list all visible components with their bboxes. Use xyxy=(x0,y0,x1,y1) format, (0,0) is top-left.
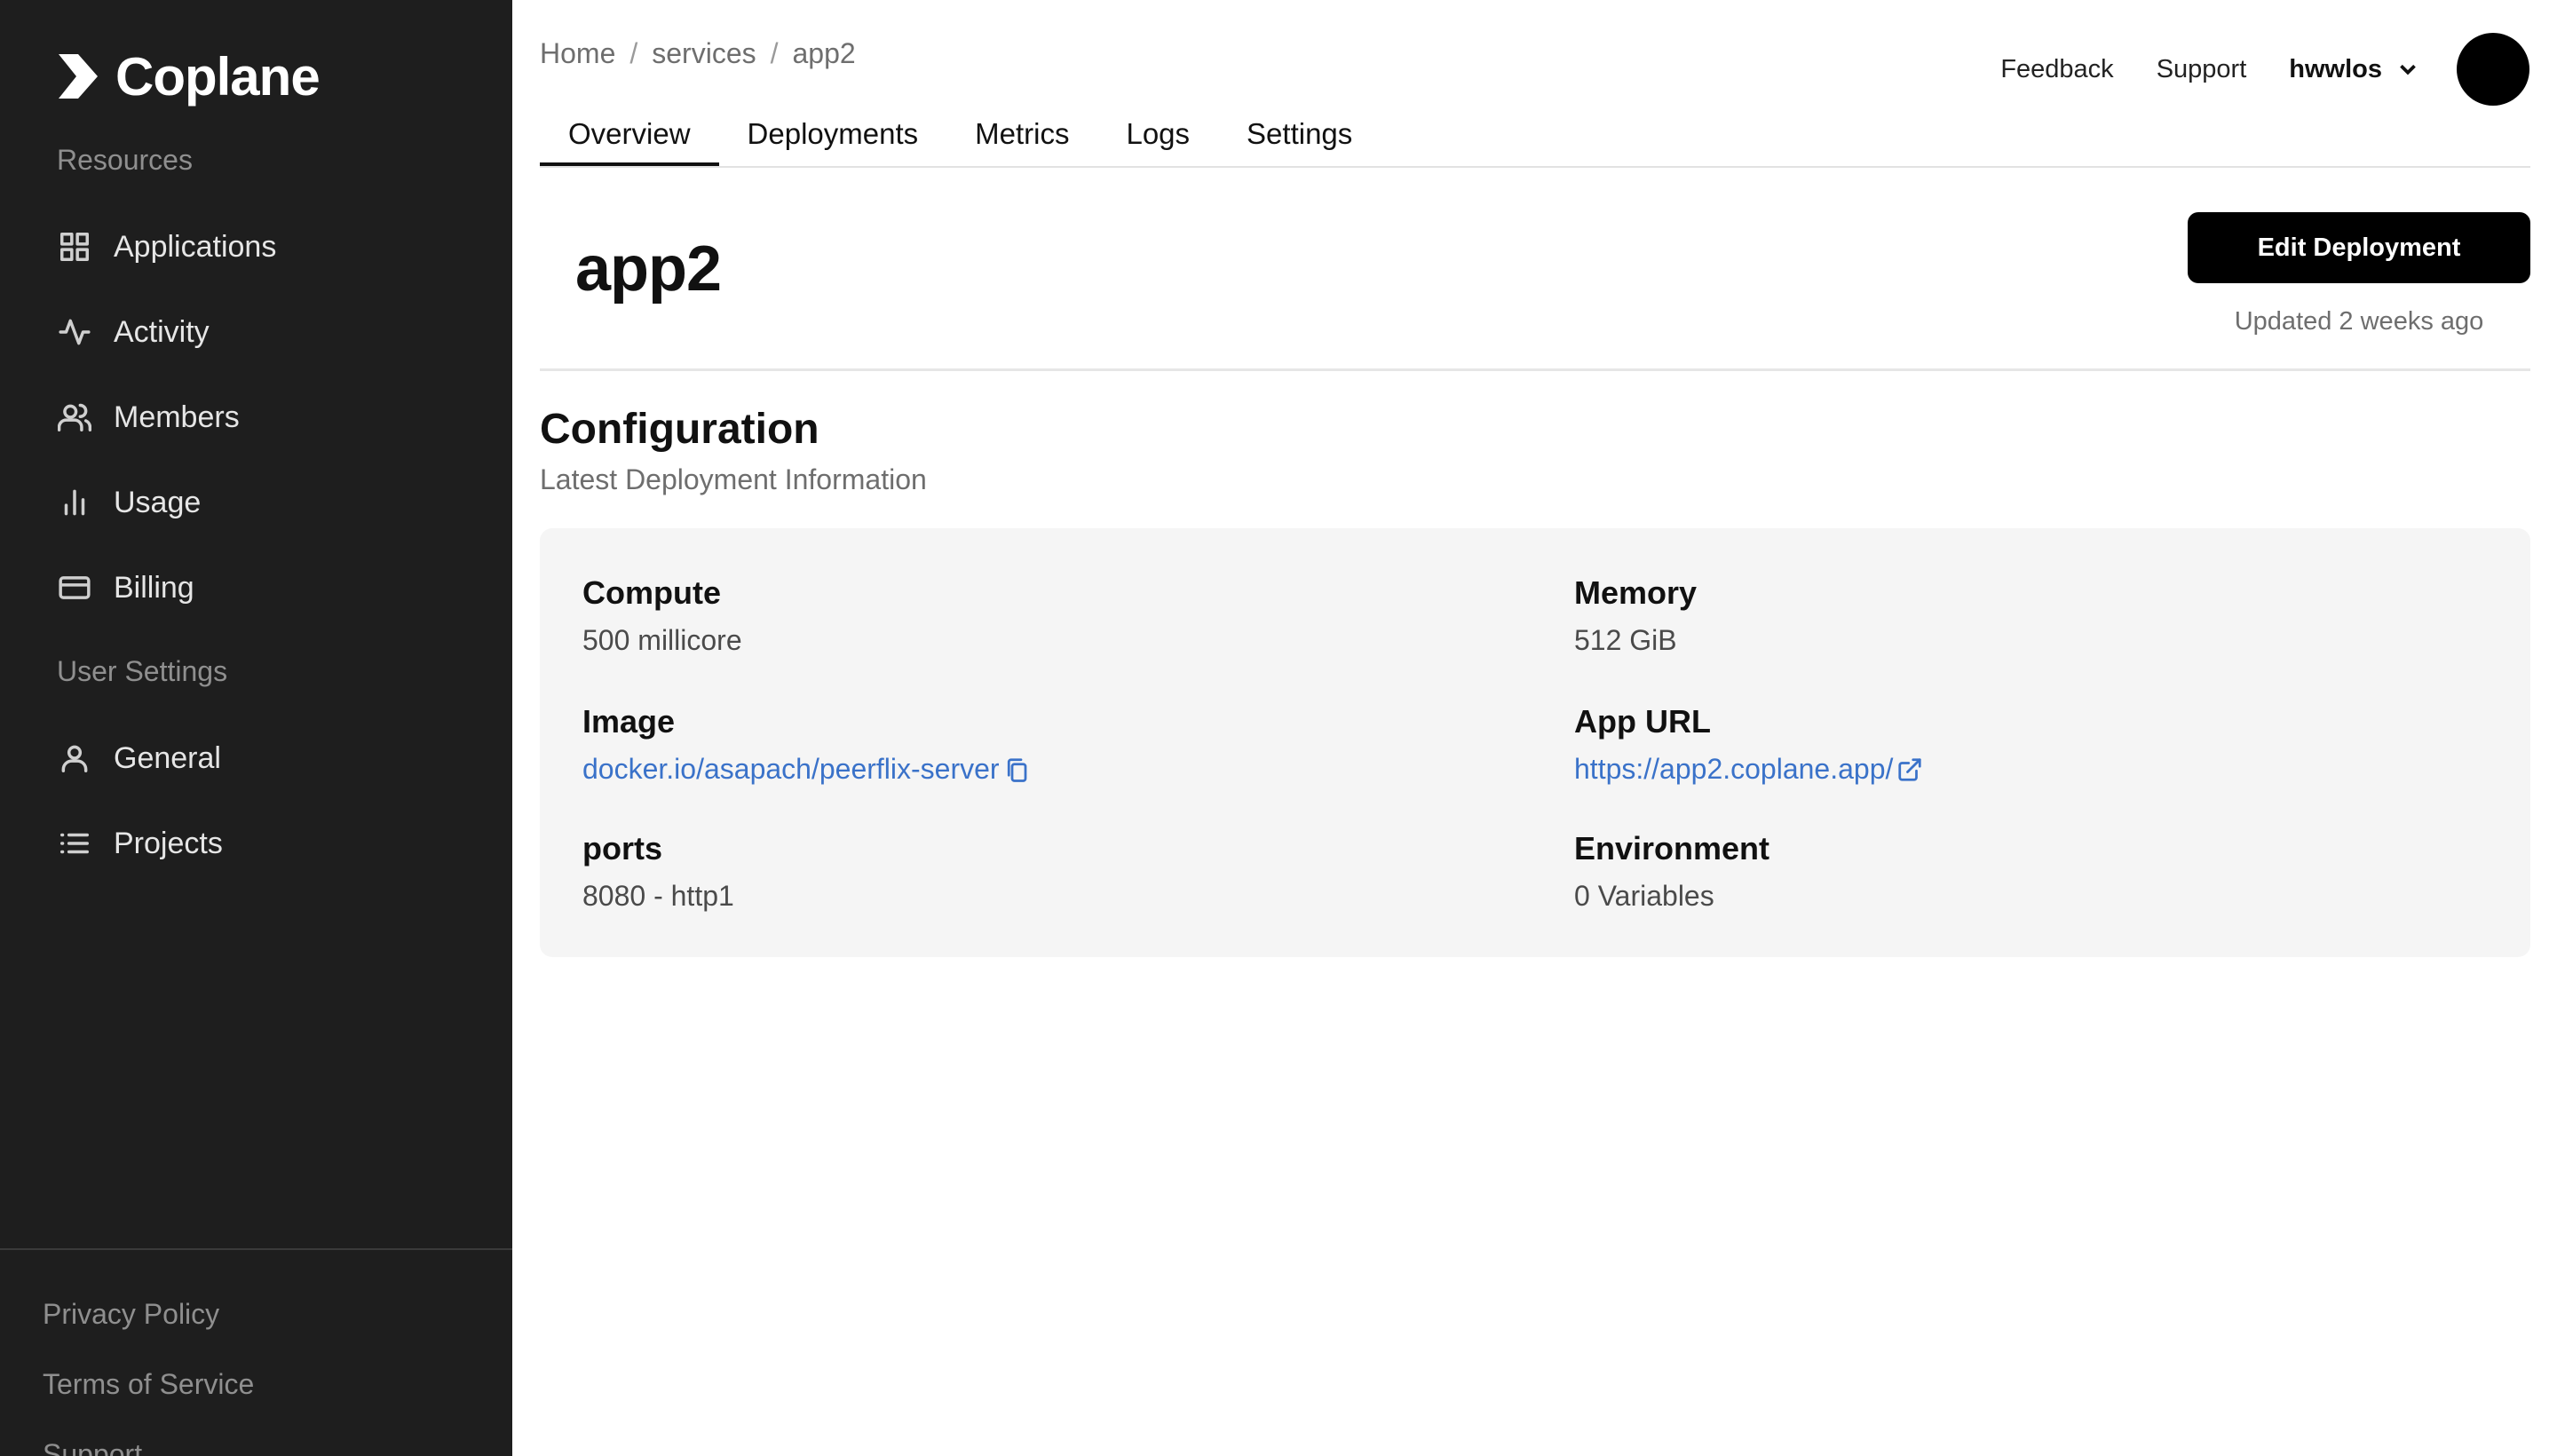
breadcrumb-app2[interactable]: app2 xyxy=(793,37,856,70)
updated-timestamp: Updated 2 weeks ago xyxy=(2234,307,2484,336)
tab-settings[interactable]: Settings xyxy=(1218,110,1381,167)
list-icon xyxy=(57,826,92,861)
sidebar-item-usage[interactable]: Usage xyxy=(57,478,201,527)
section-user-settings: User Settings xyxy=(57,655,228,687)
support-link[interactable]: Support xyxy=(2157,55,2247,84)
configuration-card: Compute 500 millicore Memory 512 GiB Ima… xyxy=(540,528,2530,957)
users-icon xyxy=(57,400,92,435)
coplane-logo-icon xyxy=(59,54,98,99)
user-icon xyxy=(57,740,92,776)
breadcrumb-services[interactable]: services xyxy=(652,37,756,70)
image-label: Image xyxy=(582,703,676,740)
chevron-down-icon xyxy=(2400,64,2416,75)
breadcrumb: Home / services / app2 xyxy=(540,37,856,70)
tab-bar: Overview Deployments Metrics Logs Settin… xyxy=(540,110,1381,167)
main-content: Home / services / app2 Overview Deployme… xyxy=(512,0,2557,1456)
tab-divider xyxy=(540,166,2530,168)
username: hwwlos xyxy=(2289,54,2382,83)
breadcrumb-home[interactable]: Home xyxy=(540,37,615,70)
tab-logs[interactable]: Logs xyxy=(1097,110,1218,167)
sidebar: Coplane Resources Applications Activity … xyxy=(0,0,512,1456)
sidebar-divider xyxy=(0,1248,512,1250)
sidebar-item-projects[interactable]: Projects xyxy=(57,819,223,868)
sidebar-item-label: Members xyxy=(114,400,240,434)
bar-chart-icon xyxy=(57,485,92,520)
edit-deployment-button[interactable]: Edit Deployment xyxy=(2188,212,2530,283)
sidebar-item-activity[interactable]: Activity xyxy=(57,307,210,357)
support-footer-link[interactable]: Support xyxy=(43,1438,142,1456)
sidebar-item-general[interactable]: General xyxy=(57,733,221,783)
memory-label: Memory xyxy=(1574,574,1698,611)
brand-logo[interactable]: Coplane xyxy=(57,43,321,110)
sidebar-item-members[interactable]: Members xyxy=(57,392,240,442)
compute-label: Compute xyxy=(582,574,721,611)
compute-value: 500 millicore xyxy=(582,624,742,656)
section-resources: Resources xyxy=(57,144,193,176)
grid-icon xyxy=(57,229,92,265)
sidebar-item-label: Activity xyxy=(114,314,210,349)
privacy-policy-link[interactable]: Privacy Policy xyxy=(43,1298,219,1331)
tab-deployments[interactable]: Deployments xyxy=(719,110,947,167)
avatar[interactable] xyxy=(2457,33,2529,106)
activity-icon xyxy=(57,314,92,350)
section-subtitle: Latest Deployment Information xyxy=(540,463,927,495)
image-link[interactable]: docker.io/asapach/peerflix-server xyxy=(582,753,1030,786)
memory-value: 512 GiB xyxy=(1574,624,1677,656)
terms-of-service-link[interactable]: Terms of Service xyxy=(43,1368,254,1401)
section-title: Configuration xyxy=(540,406,819,453)
breadcrumb-separator: / xyxy=(770,37,779,69)
ports-value: 8080 - http1 xyxy=(582,880,734,912)
sidebar-item-label: Billing xyxy=(114,570,194,605)
app-url-value: https://app2.coplane.app/ xyxy=(1574,753,1894,785)
image-value: docker.io/asapach/peerflix-server xyxy=(582,753,1000,785)
page-title: app2 xyxy=(575,233,722,305)
sidebar-item-label: General xyxy=(114,740,221,775)
header-divider xyxy=(540,368,2530,371)
sidebar-item-billing[interactable]: Billing xyxy=(57,563,194,613)
brand-name: Coplane xyxy=(115,46,321,107)
copy-icon[interactable] xyxy=(1003,756,1030,783)
environment-value: 0 Variables xyxy=(1574,880,1714,912)
sidebar-item-applications[interactable]: Applications xyxy=(57,222,276,272)
environment-label: Environment xyxy=(1574,830,1770,866)
user-menu[interactable]: hwwlos xyxy=(2289,55,2421,84)
app-url-link[interactable]: https://app2.coplane.app/ xyxy=(1574,753,1923,786)
breadcrumb-separator: / xyxy=(629,37,638,69)
top-right-bar: Feedback Support hwwlos xyxy=(2000,32,2557,107)
sidebar-item-label: Projects xyxy=(114,826,223,860)
tab-metrics[interactable]: Metrics xyxy=(946,110,1097,167)
sidebar-item-label: Usage xyxy=(114,485,202,519)
external-link-icon xyxy=(1898,757,1922,781)
app-url-label: App URL xyxy=(1574,703,1711,740)
ports-label: ports xyxy=(582,830,662,866)
sidebar-item-label: Applications xyxy=(114,229,277,264)
feedback-link[interactable]: Feedback xyxy=(2000,55,2113,84)
tab-overview[interactable]: Overview xyxy=(540,110,719,167)
credit-card-icon xyxy=(57,570,92,605)
